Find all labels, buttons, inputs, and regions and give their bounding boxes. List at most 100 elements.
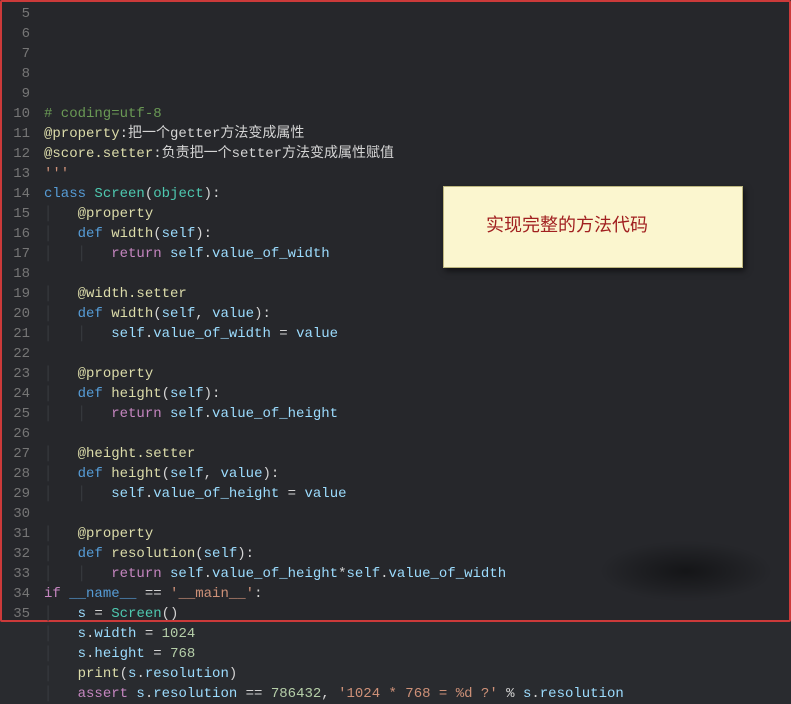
code-token: :把一个getter方法变成属性 [120, 124, 305, 144]
code-token: height [111, 464, 161, 484]
code-token: return [111, 564, 170, 584]
indent-guide: │ [44, 684, 78, 704]
code-line[interactable]: │ @property [44, 524, 789, 544]
code-token: , [204, 464, 221, 484]
code-token: def [78, 304, 112, 324]
code-token: ( [153, 304, 161, 324]
line-number: 27 [2, 444, 38, 464]
indent-guide: │ [44, 544, 78, 564]
code-token: ''' [44, 164, 69, 184]
line-number: 11 [2, 124, 38, 144]
code-line[interactable]: │ def height(self): [44, 384, 789, 404]
code-token: print [78, 664, 120, 684]
code-token: = [136, 624, 161, 644]
indent-guide: │ [44, 624, 78, 644]
code-token: value [296, 324, 338, 344]
code-token: = [145, 644, 170, 664]
code-area[interactable]: # coding=utf-8@property:把一个getter方法变成属性@… [38, 2, 789, 620]
code-token: s [78, 644, 86, 664]
code-token: def [78, 224, 112, 244]
code-line[interactable]: │ @height.setter [44, 444, 789, 464]
code-token: @height.setter [78, 444, 196, 464]
code-token: 768 [170, 644, 195, 664]
code-token: @property [78, 204, 154, 224]
code-line[interactable]: @score.setter:负责把一个setter方法变成属性赋值 [44, 144, 789, 164]
code-token: ): [262, 464, 279, 484]
line-number: 9 [2, 84, 38, 104]
code-token: ): [204, 184, 221, 204]
code-line[interactable]: │ │ return self.value_of_height [44, 404, 789, 424]
code-line[interactable]: │ s = Screen() [44, 604, 789, 624]
code-token: : [254, 584, 262, 604]
code-token: '__main__' [170, 584, 254, 604]
code-line[interactable]: # coding=utf-8 [44, 104, 789, 124]
code-line[interactable] [44, 504, 789, 524]
code-token: . [86, 644, 94, 664]
indent-guide: │ [44, 284, 78, 304]
indent-guide: │ [44, 364, 78, 384]
code-token: () [162, 604, 179, 624]
code-line[interactable]: ''' [44, 164, 789, 184]
code-token: . [145, 324, 153, 344]
line-number: 5 [2, 4, 38, 24]
indent-guide: │ [44, 664, 78, 684]
code-token: value_of_height [212, 404, 338, 424]
line-number: 15 [2, 204, 38, 224]
code-token: . [145, 484, 153, 504]
code-line[interactable]: │ assert s.resolution == 786432, '1024 *… [44, 684, 789, 704]
code-token: . [204, 244, 212, 264]
code-line[interactable]: │ s.height = 768 [44, 644, 789, 664]
code-token: ( [120, 664, 128, 684]
code-line[interactable]: │ print(s.resolution) [44, 664, 789, 684]
code-token: value [212, 304, 254, 324]
code-token: s [78, 624, 86, 644]
indent-guide: │ [44, 644, 78, 664]
code-token: value_of_width [153, 324, 271, 344]
code-line[interactable]: @property:把一个getter方法变成属性 [44, 124, 789, 144]
code-token: Screen [94, 184, 144, 204]
indent-guide: │ [44, 304, 78, 324]
code-editor[interactable]: 5678910111213141516171819202122232425262… [0, 0, 791, 622]
code-token: ) [229, 664, 237, 684]
line-number: 32 [2, 544, 38, 564]
code-token: ( [145, 184, 153, 204]
code-token: return [111, 404, 170, 424]
code-token: @property [78, 364, 154, 384]
line-number-gutter: 5678910111213141516171819202122232425262… [2, 2, 38, 620]
code-token: s [136, 684, 144, 704]
line-number: 26 [2, 424, 38, 444]
code-token: def [78, 384, 112, 404]
indent-guide: │ [44, 204, 78, 224]
code-token: width [111, 224, 153, 244]
line-number: 16 [2, 224, 38, 244]
code-line[interactable]: if __name__ == '__main__': [44, 584, 789, 604]
code-line[interactable] [44, 424, 789, 444]
indent-guide: │ [44, 384, 78, 404]
code-token: resolution [153, 684, 237, 704]
code-line[interactable]: │ def width(self, value): [44, 304, 789, 324]
code-token: value [304, 484, 346, 504]
code-line[interactable]: │ def resolution(self): [44, 544, 789, 564]
line-number: 35 [2, 604, 38, 624]
code-token: value_of_width [389, 564, 507, 584]
code-line[interactable]: │ s.width = 1024 [44, 624, 789, 644]
line-number: 10 [2, 104, 38, 124]
line-number: 21 [2, 324, 38, 344]
indent-guide: │ [44, 444, 78, 464]
code-token: value_of_height [212, 564, 338, 584]
code-line[interactable]: │ │ return self.value_of_height*self.val… [44, 564, 789, 584]
code-token: s [523, 684, 531, 704]
code-line[interactable]: │ │ self.value_of_width = value [44, 324, 789, 344]
code-line[interactable]: │ def height(self, value): [44, 464, 789, 484]
code-line[interactable]: │ │ self.value_of_height = value [44, 484, 789, 504]
code-line[interactable]: │ @width.setter [44, 284, 789, 304]
indent-guide: │ [44, 524, 78, 544]
code-line[interactable] [44, 84, 789, 104]
code-token: ( [162, 464, 170, 484]
indent-guide: │ │ [44, 564, 111, 584]
code-token: @width.setter [78, 284, 187, 304]
code-line[interactable] [44, 344, 789, 364]
code-token: object [153, 184, 203, 204]
code-token: self [170, 464, 204, 484]
code-line[interactable]: │ @property [44, 364, 789, 384]
